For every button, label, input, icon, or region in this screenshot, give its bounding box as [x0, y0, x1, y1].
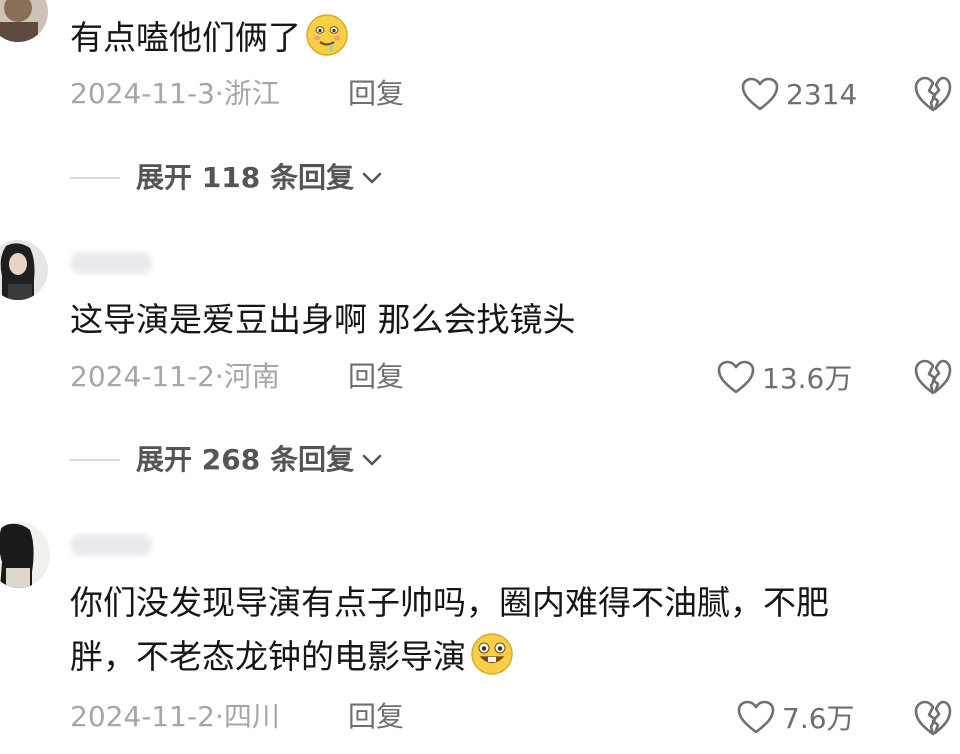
- reply-button[interactable]: 回复: [348, 74, 404, 114]
- broken-heart-icon[interactable]: [912, 356, 954, 398]
- comment-location: 浙江: [223, 77, 280, 110]
- like-count: 13.6万: [762, 362, 853, 395]
- expand-replies-label: 展开 268 条回复: [136, 443, 354, 476]
- avatar[interactable]: [0, 0, 48, 42]
- like-count: 7.6万: [782, 702, 855, 735]
- comment-list: 有点嗑他们俩了 2024-11-3·浙江 回复 2314 展开 118 条回复 …: [0, 0, 960, 754]
- comment-text: 你们没发现导演有点子帅吗，圈内难得不油腻，不肥 胖，不老态龙钟的电影导演: [70, 576, 829, 692]
- expand-replies-button[interactable]: 展开 118 条回复: [70, 158, 384, 198]
- comment-location: 河南: [223, 360, 280, 393]
- drooling-face-emoji-icon: [305, 13, 349, 73]
- username: [70, 252, 152, 274]
- broken-heart-icon[interactable]: [912, 697, 954, 739]
- username: [70, 534, 152, 556]
- expand-replies-button[interactable]: 展开 268 条回复: [70, 440, 384, 480]
- chevron-down-icon: [360, 448, 384, 472]
- comment-text-line: 你们没发现导演有点子帅吗，圈内难得不油腻，不肥: [70, 583, 829, 622]
- heart-icon: [717, 360, 755, 394]
- comment-text: 这导演是爱豆出身啊 那么会找镜头: [70, 300, 576, 339]
- avatar[interactable]: [0, 240, 48, 300]
- comment-text: 有点嗑他们俩了: [70, 11, 349, 73]
- like-button[interactable]: 2314: [740, 74, 857, 114]
- heart-icon: [741, 77, 779, 111]
- divider-line: [70, 459, 120, 461]
- comment-date: 2024-11-2·: [70, 360, 224, 393]
- expand-replies-label: 展开 118 条回复: [136, 161, 354, 194]
- comment-meta: 2024-11-2·河南 回复: [70, 357, 404, 397]
- avatar[interactable]: [0, 522, 50, 588]
- reply-button[interactable]: 回复: [348, 697, 404, 737]
- comment-text-line: 胖，不老态龙钟的电影导演: [70, 630, 829, 692]
- like-count: 2314: [786, 77, 858, 111]
- comment-meta: 2024-11-3·浙江 回复: [70, 74, 404, 114]
- chevron-down-icon: [360, 166, 384, 190]
- like-button[interactable]: 7.6万: [736, 697, 855, 737]
- like-button[interactable]: 13.6万: [716, 357, 852, 397]
- comment-date: 2024-11-2·: [70, 700, 224, 733]
- comment-location: 四川: [223, 700, 280, 733]
- broken-heart-icon[interactable]: [912, 73, 954, 115]
- heart-icon: [737, 700, 775, 734]
- comment-meta: 2024-11-2·四川 回复: [70, 697, 404, 737]
- grinning-buck-teeth-emoji-icon: [470, 632, 514, 692]
- divider-line: [70, 177, 120, 179]
- comment-date: 2024-11-3·: [70, 77, 224, 110]
- reply-button[interactable]: 回复: [348, 357, 404, 397]
